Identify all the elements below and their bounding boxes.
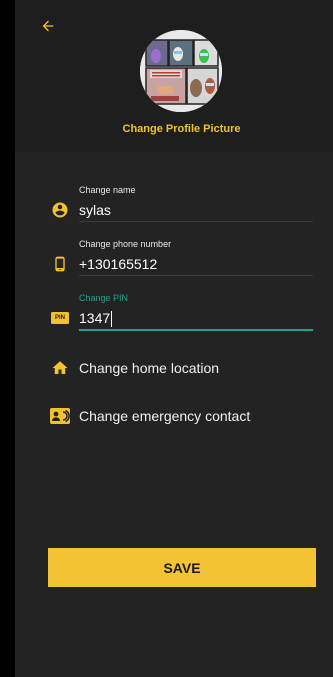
profile-header: Change Profile Picture <box>15 0 333 152</box>
save-button[interactable]: SAVE <box>48 548 316 587</box>
smartphone-icon <box>50 253 70 275</box>
change-emergency-contact-button[interactable]: Change emergency contact <box>50 404 313 428</box>
change-home-location-button[interactable]: Change home location <box>50 356 313 380</box>
phone-field-label: Change phone number <box>79 239 172 249</box>
change-profile-picture-link[interactable]: Change Profile Picture <box>15 123 333 135</box>
arrow-left-icon <box>42 20 54 32</box>
account-circle-icon <box>50 199 70 221</box>
pin-field-label: Change PIN <box>79 293 129 303</box>
pin-input-value: 1347 <box>79 310 111 326</box>
name-input[interactable]: sylas <box>79 199 313 222</box>
change-emergency-contact-label: Change emergency contact <box>79 408 251 424</box>
change-home-location-label: Change home location <box>79 360 220 376</box>
pin-input[interactable]: 1347 <box>79 307 313 331</box>
phone-input[interactable]: +130165512 <box>79 253 313 276</box>
contact-card-icon <box>50 406 70 426</box>
profile-picture-image <box>140 30 222 112</box>
back-button[interactable] <box>38 16 58 36</box>
text-cursor <box>111 311 113 328</box>
profile-avatar[interactable] <box>140 30 222 112</box>
pin-badge-icon: PIN <box>50 307 70 329</box>
name-field-label: Change name <box>79 185 136 195</box>
pin-badge-label: PIN <box>54 315 65 321</box>
home-icon <box>50 358 70 378</box>
edit-profile-screen: Change Profile Picture Change name sylas… <box>15 0 333 677</box>
